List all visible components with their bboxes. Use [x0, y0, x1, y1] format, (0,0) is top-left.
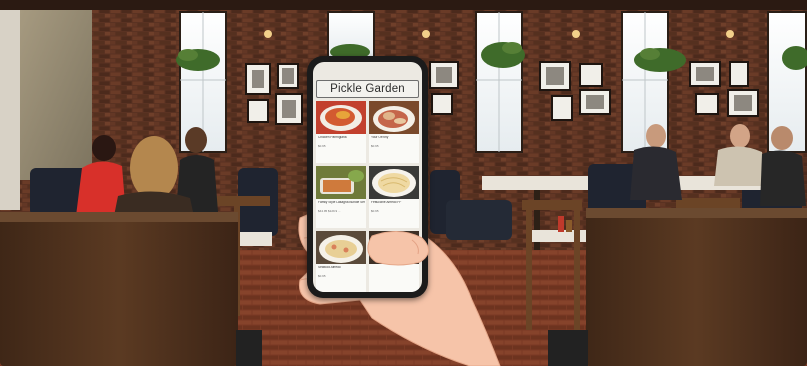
thumb-illustration [367, 231, 429, 266]
